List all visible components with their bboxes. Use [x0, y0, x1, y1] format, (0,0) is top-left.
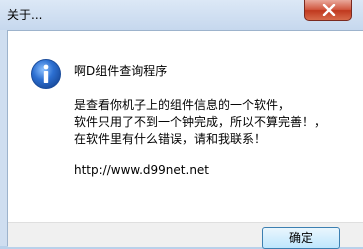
description-line-2: 软件只用了不到一个钟完成，所以不算完善！，	[74, 115, 327, 129]
close-icon	[322, 4, 336, 16]
close-button[interactable]	[304, 0, 352, 21]
about-dialog: 关于... 啊D组件查询程序 是查看你机子上的组件信息的一个软件， 软件只用了不…	[0, 0, 363, 249]
description-line-1: 是查看你机子上的组件信息的一个软件，	[74, 98, 291, 112]
website-url[interactable]: http://www.d99net.net	[74, 163, 209, 177]
description-line-3: 在软件里有什么错误，请和我联系！	[74, 132, 267, 146]
title-bar[interactable]: 关于...	[0, 0, 363, 30]
info-icon	[31, 59, 61, 89]
window-title: 关于...	[7, 8, 43, 22]
app-name: 啊D组件查询程序	[74, 64, 168, 78]
